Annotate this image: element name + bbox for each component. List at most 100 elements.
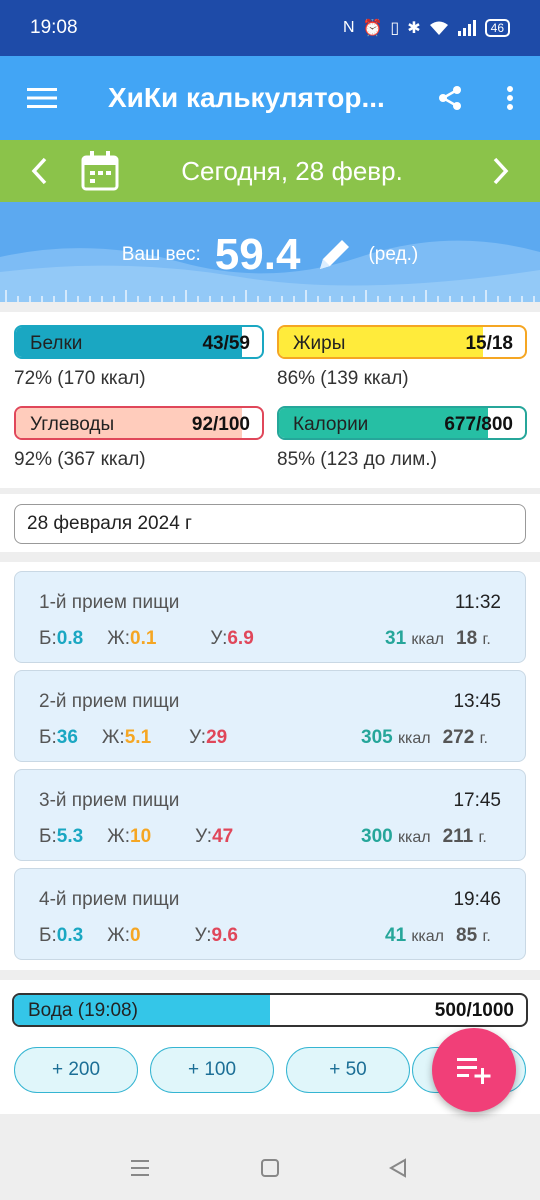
protein-bar: Белки 43/59 bbox=[14, 325, 264, 359]
meal-macros: Б:5.3 Ж:10 У:47 bbox=[39, 826, 233, 848]
back-icon[interactable] bbox=[386, 1156, 410, 1180]
meal-macros: Б:0.8 Ж:0.1 У:6.9 bbox=[39, 628, 254, 650]
carbs-label: У: bbox=[210, 628, 228, 649]
weight-row: Ваш вес: 59.4 (ред.) bbox=[0, 230, 540, 280]
carbs-bar: Углеводы 92/100 bbox=[14, 406, 264, 440]
meal-kcal-row: 300 ккал 211 г. bbox=[361, 826, 487, 848]
meal-kcal-row: 31 ккал 18 г. bbox=[385, 628, 491, 650]
meal-grams: 211 bbox=[442, 826, 474, 847]
meal-carbs: 6.9 bbox=[227, 628, 254, 649]
meal-carbs: 47 bbox=[212, 826, 234, 847]
add-200-button[interactable]: + 200 bbox=[14, 1047, 138, 1093]
meal-carbs: 29 bbox=[206, 727, 228, 748]
grams-unit: г. bbox=[482, 631, 491, 648]
status-icons: N ⏰ ▯ ✱ 46 bbox=[343, 18, 510, 38]
fat-bar: Жиры 15/18 bbox=[277, 325, 527, 359]
fat-label: Ж: bbox=[107, 925, 130, 946]
meal-name: 1-й прием пищи bbox=[39, 592, 180, 613]
meal-macros: Б:0.3 Ж:0 У:9.6 bbox=[39, 925, 238, 947]
meal-grams: 272 bbox=[442, 727, 475, 748]
status-bar: 19:08 N ⏰ ▯ ✱ 46 bbox=[0, 0, 540, 56]
carbs-label: У: bbox=[189, 727, 207, 748]
water-label: Вода (19:08) bbox=[28, 1000, 138, 1021]
fat-note: 86% (139 ккал) bbox=[277, 368, 409, 389]
playlist-add-icon bbox=[457, 1058, 491, 1084]
meal-kcal-row: 305 ккал 272 г. bbox=[361, 727, 488, 749]
meal-grams: 18 bbox=[456, 628, 478, 649]
wifi-icon bbox=[429, 21, 448, 35]
carbs-label: Углеводы bbox=[30, 414, 115, 435]
protein-label: Б: bbox=[39, 628, 57, 649]
meal-kcal: 300 bbox=[361, 826, 393, 847]
meal-kcal-row: 41 ккал 85 г. bbox=[385, 925, 491, 947]
meal-card[interactable]: 2-й прием пищи 13:45 Б:36 Ж:5.1 У:29 305 ккал… bbox=[14, 670, 526, 762]
fat-label: Ж: bbox=[107, 826, 130, 847]
meal-protein: 36 bbox=[56, 727, 78, 748]
status-time: 19:08 bbox=[30, 17, 78, 38]
carbs-label: У: bbox=[194, 925, 212, 946]
meal-name: 2-й прием пищи bbox=[39, 691, 180, 712]
kcal-unit: ккал bbox=[411, 928, 445, 945]
signal-icon bbox=[457, 20, 476, 36]
meal-protein: 5.3 bbox=[56, 826, 84, 847]
fat-amount: 15/18 bbox=[465, 333, 513, 354]
meal-time: 17:45 bbox=[453, 790, 501, 811]
fat-label: Жиры bbox=[293, 333, 346, 354]
recents-icon[interactable] bbox=[128, 1156, 152, 1180]
protein-label: Белки bbox=[30, 333, 83, 354]
app-title: ХиКи калькулятор... bbox=[108, 82, 385, 113]
current-date[interactable]: Сегодня, 28 февр. bbox=[122, 156, 462, 187]
kcal-unit: ккал bbox=[397, 829, 431, 846]
calories-amount: 677/800 bbox=[444, 414, 513, 435]
meal-name: 4-й прием пищи bbox=[39, 889, 180, 910]
meal-kcal: 41 bbox=[385, 925, 407, 946]
system-nav-bar bbox=[0, 1136, 540, 1200]
meal-time: 11:32 bbox=[454, 592, 501, 613]
share-icon[interactable] bbox=[420, 56, 480, 140]
kcal-unit: ккал bbox=[397, 730, 431, 747]
date-navigation-bar: Сегодня, 28 февр. bbox=[0, 140, 540, 202]
kcal-unit: ккал bbox=[411, 631, 445, 648]
weight-banner[interactable]: Ваш вес: 59.4 (ред.) bbox=[0, 202, 540, 302]
menu-icon[interactable] bbox=[0, 56, 84, 140]
calendar-button[interactable] bbox=[78, 140, 122, 202]
bluetooth-icon: ✱ bbox=[407, 20, 421, 37]
meal-card[interactable]: 1-й прием пищи 11:32 Б:0.8 Ж:0.1 У:6.9 31 кка… bbox=[14, 571, 526, 663]
carbs-label: У: bbox=[195, 826, 213, 847]
water-amount: 500/1000 bbox=[434, 1000, 514, 1021]
grams-unit: г. bbox=[482, 928, 491, 945]
add-meal-fab[interactable] bbox=[432, 1028, 516, 1112]
meal-fat: 0.1 bbox=[130, 628, 157, 649]
home-icon[interactable] bbox=[258, 1156, 282, 1180]
add-100-button[interactable]: + 100 bbox=[150, 1047, 274, 1093]
protein-label: Б: bbox=[39, 826, 57, 847]
chevron-right-icon bbox=[493, 157, 509, 185]
macros-card: Белки 43/59 72% (170 ккал) Жиры 15/18 86… bbox=[0, 312, 540, 488]
meal-kcal: 31 bbox=[385, 628, 407, 649]
chevron-left-icon bbox=[31, 157, 47, 185]
calories-bar: Калории 677/800 bbox=[277, 406, 527, 440]
app-bar: ХиКи калькулятор... bbox=[0, 56, 540, 140]
weight-edit-label: (ред.) bbox=[368, 244, 419, 265]
calendar-icon bbox=[81, 151, 119, 191]
previous-day-button[interactable] bbox=[0, 140, 78, 202]
pencil-icon[interactable] bbox=[314, 235, 354, 275]
calories-note: 85% (123 до лим.) bbox=[277, 449, 437, 470]
meal-fat: 0 bbox=[130, 925, 141, 946]
fat-label: Ж: bbox=[107, 628, 130, 649]
meal-grams: 85 bbox=[456, 925, 478, 946]
battery-icon: 46 bbox=[484, 19, 510, 37]
meal-kcal: 305 bbox=[361, 727, 393, 748]
protein-label: Б: bbox=[39, 727, 57, 748]
protein-label: Б: bbox=[39, 925, 57, 946]
next-day-button[interactable] bbox=[462, 140, 540, 202]
water-bar: Вода (19:08) 500/1000 bbox=[12, 993, 528, 1027]
fat-label: Ж: bbox=[101, 727, 125, 748]
grams-unit: г. bbox=[478, 829, 487, 846]
meal-card[interactable]: 3-й прием пищи 17:45 Б:5.3 Ж:10 У:47 300 ккал… bbox=[14, 769, 526, 861]
add-50-button[interactable]: + 50 bbox=[286, 1047, 410, 1093]
date-field[interactable]: 28 февраля 2024 г bbox=[14, 504, 526, 544]
meal-card[interactable]: 4-й прием пищи 19:46 Б:0.3 Ж:0 У:9.6 41 ккал 8… bbox=[14, 868, 526, 960]
meal-name: 3-й прием пищи bbox=[39, 790, 180, 811]
more-icon[interactable] bbox=[480, 56, 540, 140]
